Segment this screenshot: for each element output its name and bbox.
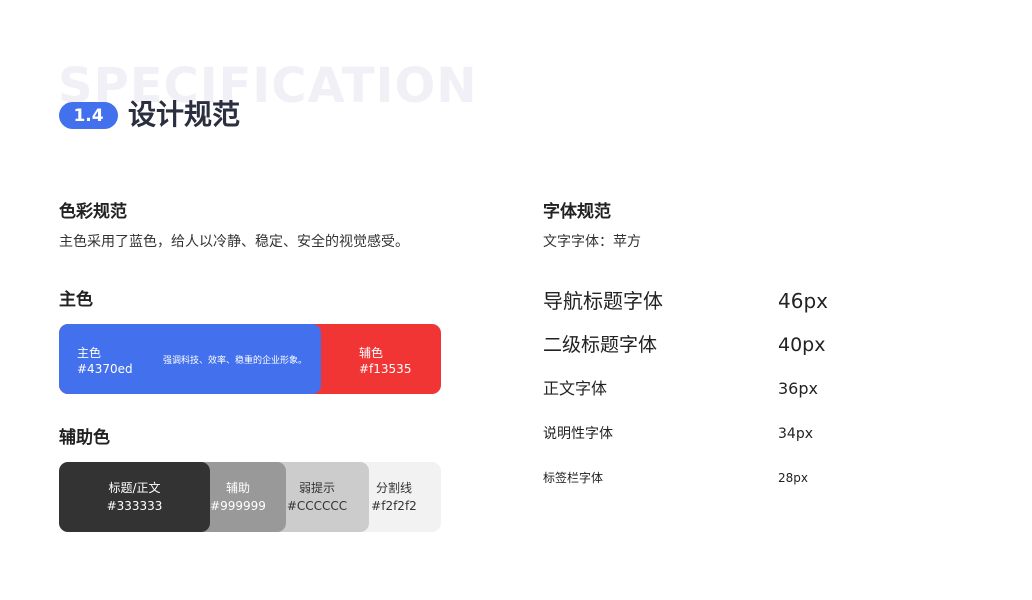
- aux-swatch-label: 弱提示: [298, 481, 335, 495]
- aux-swatch-text: 标题/正文 #333333: [59, 462, 210, 532]
- font-row-size: 46px: [778, 289, 828, 313]
- secondary-swatch-label: 辅色: [359, 346, 384, 360]
- auxiliary-color-bar: 分割线 #f2f2f2 弱提示 #CCCCCC 辅助 #999999 标题/正文…: [59, 462, 441, 532]
- font-row-size: 40px: [778, 334, 826, 356]
- aux-swatch-label: 辅助: [225, 481, 250, 495]
- font-row-size: 28px: [778, 471, 808, 485]
- font-row-name: 二级标题字体: [543, 334, 658, 356]
- font-row-name: 导航标题字体: [543, 289, 663, 313]
- secondary-swatch-hex: #f13535: [359, 362, 412, 376]
- font-spec-title: 字体规范: [543, 202, 611, 222]
- aux-swatch-label: 分割线: [375, 481, 412, 495]
- font-row-size: 34px: [778, 426, 813, 442]
- auxiliary-color-title: 辅助色: [59, 428, 110, 448]
- primary-swatch-label: 主色: [77, 346, 102, 360]
- primary-color-bar: 主色 #4370ed 强调科技、效率、稳重的企业形象。 辅色 #f13535: [59, 324, 441, 394]
- font-row-name: 标签栏字体: [543, 471, 604, 485]
- primary-swatch-note: 强调科技、效率、稳重的企业形象。: [163, 356, 308, 366]
- page-title: 设计规范: [128, 98, 241, 131]
- section-number-badge: 1.4: [59, 102, 118, 129]
- font-row-name: 正文字体: [543, 379, 608, 398]
- section-watermark: SPECIFICATION: [58, 58, 478, 114]
- aux-swatch-hex: #f2f2f2: [371, 499, 417, 513]
- aux-swatch-hex: #333333: [106, 499, 163, 513]
- aux-swatch-hex: #999999: [210, 499, 266, 513]
- primary-swatch-hex: #4370ed: [77, 362, 133, 376]
- color-spec-description: 主色采用了蓝色，给人以冷静、稳定、安全的视觉感受。: [59, 234, 409, 250]
- font-spec-description: 文字字体：苹方: [543, 234, 641, 250]
- primary-color-title: 主色: [59, 290, 93, 310]
- aux-swatch-label: 标题/正文: [108, 481, 161, 495]
- font-row-name: 说明性字体: [543, 426, 613, 442]
- color-spec-title: 色彩规范: [59, 202, 127, 222]
- font-row-size: 36px: [778, 379, 818, 398]
- aux-swatch-hex: #CCCCCC: [286, 499, 348, 513]
